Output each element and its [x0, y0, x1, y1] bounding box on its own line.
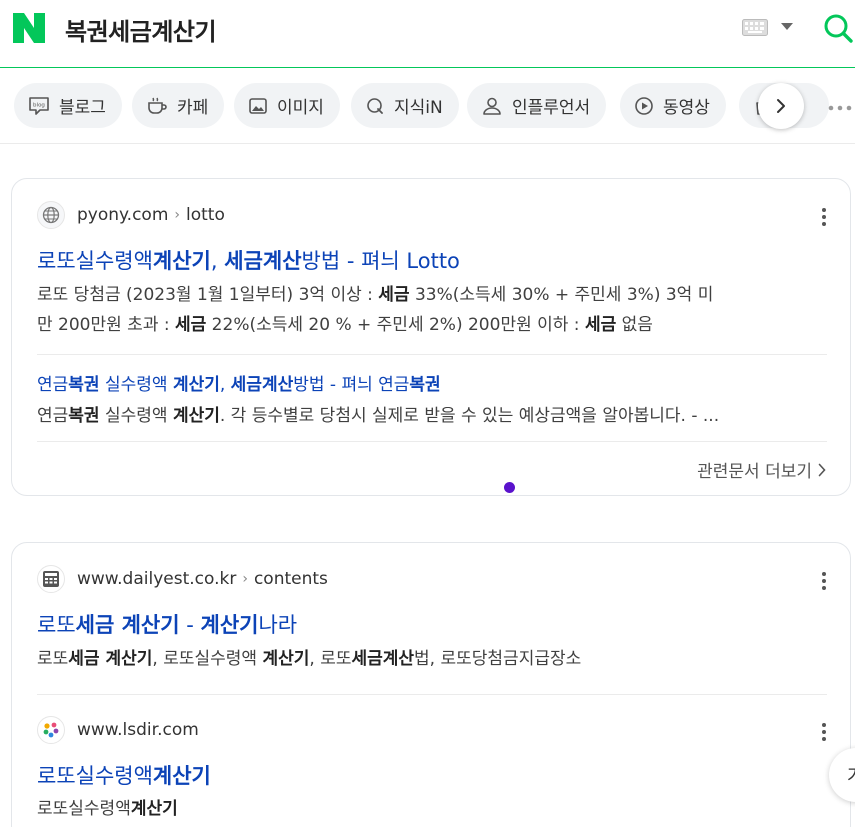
- tab-image[interactable]: 이미지: [234, 83, 340, 128]
- blog-icon: blog: [29, 96, 49, 115]
- result-description: 로또세금 계산기, 로또실수령액 계산기, 로또세금계산법, 로또당첨금지급장소: [37, 649, 582, 669]
- carousel-indicator: [504, 482, 515, 493]
- chevron-right-icon: ›: [242, 571, 248, 587]
- result-description: 로또 당첨금 (2023월 1월 1일부터) 3억 이상 : 세금 33%(소득…: [37, 285, 714, 335]
- more-vertical-icon[interactable]: [820, 723, 828, 744]
- more-vertical-icon[interactable]: [820, 572, 828, 593]
- tab-blog[interactable]: blog 블로그: [14, 83, 122, 128]
- tab-knowledge-in[interactable]: 지식iN: [351, 83, 459, 128]
- result-title[interactable]: 로또실수령액계산기, 세금계산방법 - 펴늬 Lotto: [37, 245, 460, 275]
- cafe-icon: [148, 97, 167, 114]
- search-header: 복권세금계산기: [0, 0, 855, 68]
- divider: [37, 441, 827, 442]
- site-info[interactable]: www.dailyest.co.kr › contents: [37, 565, 328, 593]
- related-doc-description: 연금복권 실수령액 계산기. 각 등수별로 당첨시 실제로 받을 수 있는 예상…: [37, 406, 720, 426]
- site-url: www.dailyest.co.kr: [77, 569, 237, 589]
- more-link-label: 관련문서 더보기: [697, 462, 812, 482]
- chevron-right-icon: [818, 463, 826, 476]
- result-card: pyony.com › lotto 로또실수령액계산기, 세금계산방법 - 펴늬…: [11, 178, 851, 496]
- divider: [37, 354, 827, 355]
- site-info[interactable]: www.lsdir.com: [37, 716, 199, 744]
- chevron-right-icon: ›: [174, 207, 180, 223]
- tab-label: 이미지: [277, 98, 324, 118]
- site-url: pyony.com: [77, 205, 169, 225]
- result-description: 로또실수령액계산기: [37, 799, 178, 819]
- search-tab-bar: blog 블로그 카페 이미지 지식iN 인플루언서 동영상: [0, 69, 855, 144]
- tab-label: 동영상: [663, 98, 710, 118]
- globe-icon: [37, 201, 65, 229]
- video-icon: [635, 96, 653, 115]
- tab-label: 인플루언서: [512, 98, 591, 118]
- more-horizontal-icon[interactable]: [828, 105, 852, 111]
- knowledge-icon: [367, 97, 383, 114]
- chevron-down-icon[interactable]: [781, 23, 793, 30]
- calculator-icon: [37, 565, 65, 593]
- tab-cafe[interactable]: 카페: [132, 83, 225, 128]
- chevron-right-icon: [777, 99, 785, 113]
- keyboard-icon[interactable]: [742, 19, 768, 36]
- search-query[interactable]: 복권세금계산기: [65, 12, 217, 47]
- site-info[interactable]: pyony.com › lotto: [37, 201, 225, 229]
- result-title[interactable]: 로또실수령액계산기: [37, 760, 211, 790]
- search-icon[interactable]: [822, 12, 854, 44]
- influencer-icon: [483, 97, 501, 115]
- svg-text:blog: blog: [33, 102, 45, 108]
- tab-label: 카페: [177, 98, 209, 118]
- naver-logo[interactable]: [13, 13, 45, 43]
- tabs-scroll-next-button[interactable]: [758, 83, 804, 129]
- tab-label: 지식iN: [394, 98, 443, 118]
- site-favicon-icon: [37, 716, 65, 744]
- result-title[interactable]: 로또세금 계산기 - 계산기나라: [37, 609, 297, 639]
- tab-influencer[interactable]: 인플루언서: [467, 83, 607, 128]
- site-url: www.lsdir.com: [77, 720, 199, 740]
- related-docs-more-link[interactable]: 관련문서 더보기: [697, 457, 826, 482]
- related-doc-title[interactable]: 연금복권 실수령액 계산기, 세금계산방법 - 펴늬 연금복권: [37, 370, 441, 395]
- image-icon: [249, 97, 267, 114]
- divider: [37, 694, 827, 695]
- more-vertical-icon[interactable]: [820, 208, 828, 229]
- site-path: lotto: [185, 205, 225, 225]
- tab-video[interactable]: 동영상: [620, 83, 726, 128]
- result-card: www.dailyest.co.kr › contents 로또세금 계산기 -…: [11, 542, 851, 827]
- tab-label: 블로그: [59, 98, 106, 118]
- site-path: contents: [253, 569, 328, 589]
